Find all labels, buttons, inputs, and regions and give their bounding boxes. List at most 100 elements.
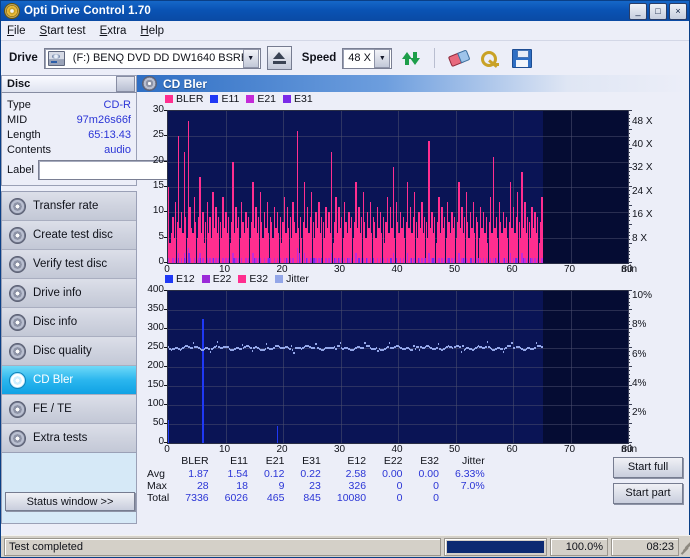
axis-minor-tick bbox=[628, 343, 630, 345]
content-header: CD Bler bbox=[137, 75, 689, 93]
series-bar bbox=[482, 257, 485, 263]
series-bar bbox=[188, 252, 190, 263]
axis-label-x: min bbox=[621, 264, 638, 275]
start-full-button[interactable]: Start full bbox=[613, 456, 683, 478]
plot-canvas bbox=[167, 110, 629, 264]
refresh-button[interactable] bbox=[398, 45, 425, 71]
minimize-button[interactable]: _ bbox=[629, 2, 647, 20]
axis-minor-tick bbox=[628, 309, 632, 311]
sidebar-item-cd-bler[interactable]: CD Bler bbox=[2, 366, 136, 395]
series-bar bbox=[470, 257, 472, 263]
eject-button[interactable] bbox=[266, 46, 292, 70]
sidebar-label-create-test-disc: Create test disc bbox=[33, 229, 113, 241]
toolbar: Drive (F:) BENQ DVD DD DW1640 BSRB ▼ Spe… bbox=[1, 41, 689, 75]
sidebar-item-extra-tests[interactable]: Extra tests bbox=[2, 424, 136, 452]
stats-cell: 0 bbox=[433, 491, 439, 504]
jitter-point bbox=[335, 348, 337, 351]
sidebar-item-verify-test-disc[interactable]: Verify test disc bbox=[2, 250, 136, 279]
series-bar bbox=[202, 257, 204, 263]
disc-panel-title: Disc bbox=[7, 78, 31, 90]
series-bar bbox=[213, 257, 215, 263]
speed-select[interactable]: 48 X ▼ bbox=[342, 47, 393, 69]
axis-tick-mark bbox=[164, 442, 167, 444]
series-bar bbox=[399, 257, 402, 263]
series-bar bbox=[183, 257, 186, 263]
drive-select[interactable]: (F:) BENQ DVD DD DW1640 BSRB ▼ bbox=[43, 47, 261, 69]
series-bar bbox=[289, 257, 291, 263]
sidebar-item-create-test-disc[interactable]: Create test disc bbox=[2, 221, 136, 250]
series-bar bbox=[193, 257, 196, 263]
axis-minor-tick bbox=[628, 347, 632, 349]
resize-grip-icon[interactable] bbox=[679, 540, 690, 554]
axis-tick-mark bbox=[164, 309, 167, 311]
title-bar: Opti Drive Control 1.70 _ □ × bbox=[1, 1, 689, 21]
erase-button[interactable] bbox=[445, 45, 472, 71]
series-bar bbox=[285, 257, 287, 263]
series-bar bbox=[390, 257, 392, 263]
menu-item-help[interactable]: Help bbox=[140, 25, 164, 37]
series-bar bbox=[348, 257, 350, 263]
chart1-legend: BLER E11 E21 E31 bbox=[137, 92, 689, 106]
axis-minor-tick bbox=[628, 148, 632, 149]
stats-cell: 1.54 bbox=[227, 467, 248, 480]
disc-panel-button[interactable] bbox=[116, 76, 135, 92]
disc-value-type: CD-R bbox=[103, 98, 132, 111]
axis-minor-tick bbox=[628, 197, 630, 199]
axis-tick-mark bbox=[164, 211, 167, 213]
sidebar-label-disc-quality: Disc quality bbox=[33, 345, 92, 357]
legend-label: E12 bbox=[176, 273, 195, 286]
legend-entry-jitter: Jitter bbox=[275, 273, 309, 285]
menu-item-start-test[interactable]: Start test bbox=[40, 25, 86, 37]
jitter-point bbox=[388, 342, 391, 345]
stats-header-row: BLER E11 E21 E31 E12 E22 E32 Jitter bbox=[145, 455, 493, 468]
axis-minor-tick bbox=[628, 316, 630, 318]
axis-minor-tick bbox=[628, 201, 630, 203]
table-row: Max 28 18 9 23 326 0 0 7.0% bbox=[145, 480, 493, 492]
sidebar-item-drive-info[interactable]: Drive info bbox=[2, 279, 136, 308]
jitter-point bbox=[509, 345, 512, 348]
axis-minor-tick bbox=[628, 125, 630, 127]
axis-minor-tick bbox=[628, 235, 630, 237]
menu-item-file[interactable]: File bbox=[7, 25, 26, 37]
disc-panel-header: Disc bbox=[1, 75, 137, 93]
sidebar-item-fe-te[interactable]: FE / TE bbox=[2, 395, 136, 424]
legend-entry-e31: E31 bbox=[283, 93, 313, 105]
sidebar-label-drive-info: Drive info bbox=[33, 287, 82, 299]
key-button[interactable] bbox=[477, 45, 504, 71]
axis-tick-mark bbox=[164, 366, 167, 368]
axis-minor-tick bbox=[628, 358, 630, 360]
axis-minor-tick bbox=[628, 220, 630, 222]
legend-swatch-icon bbox=[210, 95, 219, 104]
sidebar-item-disc-quality[interactable]: Disc quality bbox=[2, 337, 136, 366]
sidebar-item-disc-info[interactable]: Disc info bbox=[2, 308, 136, 337]
axis-minor-tick bbox=[628, 178, 630, 180]
maximize-button[interactable]: □ bbox=[649, 2, 667, 20]
close-button[interactable]: × bbox=[669, 2, 687, 20]
axis-minor-tick bbox=[628, 313, 630, 315]
axis-minor-tick bbox=[628, 430, 630, 432]
stats-column-header: E22 bbox=[383, 454, 403, 467]
disc-key-contents: Contents bbox=[7, 143, 52, 156]
chevron-down-icon-speed[interactable]: ▼ bbox=[374, 48, 391, 68]
jitter-point bbox=[266, 343, 268, 346]
start-part-button[interactable]: Start part bbox=[613, 482, 683, 504]
axis-minor-tick bbox=[628, 373, 630, 375]
axis-minor-tick bbox=[628, 186, 632, 187]
status-window-button[interactable]: Status window >> bbox=[5, 492, 135, 511]
series-bar bbox=[509, 252, 512, 263]
legend-label: E31 bbox=[294, 93, 313, 106]
axis-minor-tick bbox=[628, 239, 630, 241]
series-bar bbox=[541, 197, 543, 263]
menu-item-extra[interactable]: Extra bbox=[100, 25, 127, 37]
chevron-down-icon[interactable]: ▼ bbox=[242, 48, 259, 68]
drive-icon bbox=[47, 50, 65, 66]
save-button[interactable] bbox=[509, 45, 536, 71]
series-bar bbox=[517, 257, 519, 263]
sidebar-item-transfer-rate[interactable]: Transfer rate bbox=[2, 192, 136, 221]
axis-tick-y2: 32 X bbox=[632, 162, 653, 174]
axis-minor-tick bbox=[628, 366, 632, 368]
series-bar bbox=[503, 257, 505, 263]
series-bar bbox=[318, 257, 320, 263]
jitter-point bbox=[240, 348, 242, 351]
series-bar bbox=[425, 257, 427, 263]
